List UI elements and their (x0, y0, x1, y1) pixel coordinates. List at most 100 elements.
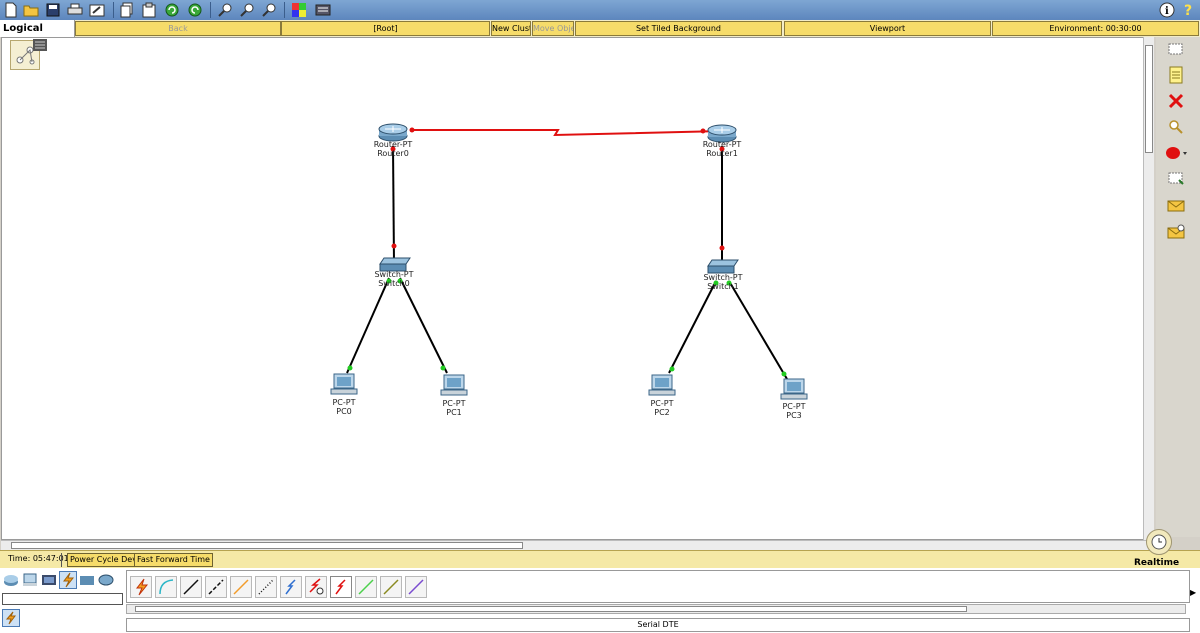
connections-subcategory-icon[interactable] (2, 609, 20, 627)
panel-scroll-right-icon[interactable]: ▶ (1190, 588, 1196, 597)
octal-cable-icon[interactable] (355, 576, 377, 598)
draw-ellipse-icon[interactable] (1162, 142, 1190, 164)
port-indicator (719, 245, 725, 251)
workspace-vertical-scrollbar[interactable] (1143, 37, 1154, 540)
device-selection-panel: ▶ Serial DTE (0, 568, 1200, 633)
usb-cable-icon[interactable] (405, 576, 427, 598)
router1-label: Router-PT Router1 (687, 140, 757, 158)
scrollbar-thumb[interactable] (11, 542, 523, 549)
copper-straight-through-icon[interactable] (180, 576, 202, 598)
port-indicator (669, 366, 675, 372)
cable-type-list (126, 570, 1190, 603)
paste-icon[interactable] (140, 1, 158, 19)
network-devices-icon[interactable] (2, 571, 20, 589)
palette-icon[interactable] (290, 1, 308, 19)
realtime-mode-label[interactable]: Realtime (1134, 558, 1179, 568)
activity-wizard-icon[interactable] (88, 1, 106, 19)
router0-label: Router-PT Router0 (358, 140, 428, 158)
open-folder-icon[interactable] (22, 1, 40, 19)
select-icon[interactable] (1162, 39, 1190, 61)
cable-list-scrollbar[interactable] (126, 604, 1186, 614)
coaxial-cable-icon[interactable] (280, 576, 302, 598)
resize-shape-icon[interactable] (1162, 168, 1190, 190)
delete-icon[interactable] (1162, 90, 1190, 112)
multiuser-connection-icon[interactable] (97, 571, 115, 589)
link-switch1-pc3[interactable] (728, 280, 788, 380)
switch1-icon[interactable] (707, 259, 739, 274)
zoom-reset-icon[interactable] (238, 1, 256, 19)
info-icon[interactable]: i (1158, 1, 1176, 19)
port-indicator (781, 371, 787, 377)
save-icon[interactable] (44, 1, 62, 19)
help-icon[interactable]: ? (1180, 1, 1198, 19)
scrollbar-thumb[interactable] (1145, 45, 1153, 153)
workspace-horizontal-scrollbar[interactable] (1, 540, 1154, 550)
copy-icon[interactable] (118, 1, 136, 19)
add-simple-pdu-icon[interactable] (1162, 195, 1190, 217)
toolbar-separator (210, 2, 211, 18)
pc0-icon[interactable] (330, 373, 358, 395)
root-cluster-button[interactable]: [Root] (281, 21, 490, 36)
link-switch0-pc0[interactable] (346, 277, 390, 374)
redo-icon[interactable] (186, 1, 204, 19)
device-name-label: Switch1 (707, 282, 739, 291)
end-devices-icon[interactable] (21, 571, 39, 589)
link-switch1-pc2[interactable] (668, 280, 717, 374)
realtime-clock-icon[interactable] (1146, 529, 1172, 555)
note-icon[interactable] (1162, 64, 1190, 86)
move-object-button[interactable]: Move Object (532, 21, 574, 36)
device-name-label: PC0 (336, 407, 352, 416)
pc2-label: PC-PT PC2 (627, 399, 697, 417)
custom-device-icon[interactable] (314, 1, 332, 19)
components-icon[interactable] (40, 571, 58, 589)
pc3-icon[interactable] (780, 378, 808, 400)
phone-cable-icon[interactable] (255, 576, 277, 598)
link-switch0-pc1[interactable] (399, 277, 448, 374)
connections-icon[interactable] (59, 571, 77, 589)
miscellaneous-icon[interactable] (78, 571, 96, 589)
switch0-label: Switch-PT Switch0 (359, 270, 429, 288)
device-type-label: PC-PT (650, 399, 674, 408)
port-indicator (347, 365, 353, 371)
serial-dce-cable-icon[interactable] (305, 576, 327, 598)
set-tiled-background-button[interactable]: Set Tiled Background (575, 21, 782, 36)
back-button[interactable]: Back (75, 21, 281, 36)
device-type-label: Switch-PT (703, 273, 743, 282)
device-type-label: PC-PT (332, 398, 356, 407)
serial-dte-cable-icon[interactable] (330, 576, 352, 598)
packet-tracer-window: i ? Logical Back [Root] New Cluster Move… (0, 0, 1200, 633)
fast-forward-time-button[interactable]: Fast Forward Time (134, 553, 213, 567)
selected-cable-name: Serial DTE (126, 618, 1190, 632)
iot-custom-cable-icon[interactable] (380, 576, 402, 598)
device-type-label: Switch-PT (374, 270, 414, 279)
new-file-icon[interactable] (2, 1, 20, 19)
zoom-out-icon[interactable] (260, 1, 278, 19)
fiber-cable-icon[interactable] (230, 576, 252, 598)
add-complex-pdu-icon[interactable] (1162, 221, 1190, 243)
viewport-button[interactable]: Viewport (784, 21, 991, 36)
pc2-icon[interactable] (648, 374, 676, 396)
logical-workspace-canvas[interactable]: Router-PT Router0 Router-PT Router1 Swit… (1, 37, 1154, 540)
device-search-field[interactable] (2, 593, 123, 605)
inspect-icon[interactable] (1162, 116, 1190, 138)
switch1-label: Switch-PT Switch1 (688, 273, 758, 291)
main-toolbar: i ? (0, 0, 1200, 20)
console-cable-icon[interactable] (155, 576, 177, 598)
serial-link-router0-router1[interactable] (412, 129, 724, 137)
new-cluster-button[interactable]: New Cluster (491, 21, 531, 36)
environment-button[interactable]: Environment: 00:30:00 (992, 21, 1199, 36)
pc1-label: PC-PT PC1 (419, 399, 489, 417)
port-indicator (391, 243, 397, 249)
undo-icon[interactable] (163, 1, 181, 19)
automatic-connection-icon[interactable] (130, 576, 152, 598)
scrollbar-thumb[interactable] (135, 606, 967, 612)
device-name-label: PC1 (446, 408, 462, 417)
pc1-icon[interactable] (440, 374, 468, 396)
pc0-label: PC-PT PC0 (309, 398, 379, 416)
zoom-in-icon[interactable] (216, 1, 234, 19)
print-icon[interactable] (66, 1, 84, 19)
device-name-label: Router0 (377, 149, 409, 158)
router0-icon[interactable] (378, 123, 408, 142)
logical-workspace-tab[interactable]: Logical (0, 20, 75, 37)
copper-cross-over-icon[interactable] (205, 576, 227, 598)
